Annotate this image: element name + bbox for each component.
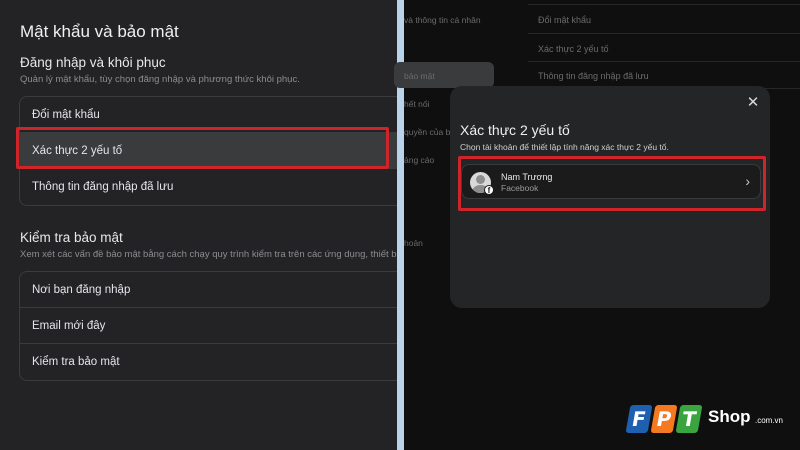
where-logged-in-item[interactable]: Nơi bạn đăng nhập <box>20 272 403 308</box>
security-check-card: Nơi bạn đăng nhập Email mới đây Kiểm tra… <box>19 271 404 381</box>
page-title: Mật khẩu và bảo mật <box>20 22 179 41</box>
background-nav-item: hết nối <box>404 99 430 109</box>
background-list-item: Xác thực 2 yếu tố <box>538 44 609 54</box>
close-icon[interactable]: ✕ <box>744 94 762 112</box>
login-section-description: Quản lý mật khẩu, tùy chọn đăng nhập và … <box>20 74 300 85</box>
background-nav-item: bảo mật <box>404 71 435 81</box>
background-divider <box>528 33 800 34</box>
logo-letter-p: P <box>650 405 678 433</box>
security-check-section-description: Xem xét các vấn đề bảo mật bằng cách chạ… <box>20 249 397 260</box>
saved-login-item[interactable]: Thông tin đăng nhập đã lưu <box>20 169 403 205</box>
security-check-section-title: Kiểm tra bảo mật <box>20 230 123 245</box>
highlight-box-two-factor <box>16 127 389 169</box>
right-panel: và thông tin cá nhân bảo mật hết nối quy… <box>394 0 800 450</box>
modal-title: Xác thực 2 yếu tố <box>460 122 570 138</box>
background-nav-item: quyền của bạ <box>404 127 456 137</box>
security-checkup-item[interactable]: Kiểm tra bảo mật <box>20 344 403 380</box>
background-nav-item: và thông tin cá nhân <box>404 15 481 25</box>
highlight-box-account <box>458 156 766 211</box>
logo-shop-text: Shop <box>708 407 751 426</box>
left-panel: Mật khẩu và bảo mật Đăng nhập và khôi ph… <box>0 0 404 450</box>
logo-letter-f: F <box>625 405 653 433</box>
fpt-shop-logo: F P T Shop .com.vn <box>625 401 792 439</box>
modal-description: Chọn tài khoản để thiết lập tính năng xá… <box>460 142 669 152</box>
background-nav-item: hoản <box>404 238 423 248</box>
background-divider <box>528 4 800 5</box>
background-list-item: Đổi mật khẩu <box>538 15 592 25</box>
background-nav-item: ảng cáo <box>404 155 435 165</box>
logo-letter-t: T <box>675 405 703 433</box>
login-section-title: Đăng nhập và khôi phục <box>20 55 166 70</box>
background-divider <box>528 61 800 62</box>
background-list-item: Thông tin đăng nhập đã lưu <box>538 71 649 81</box>
recent-emails-item[interactable]: Email mới đây <box>20 308 403 344</box>
logo-domain-text: .com.vn <box>755 416 784 425</box>
